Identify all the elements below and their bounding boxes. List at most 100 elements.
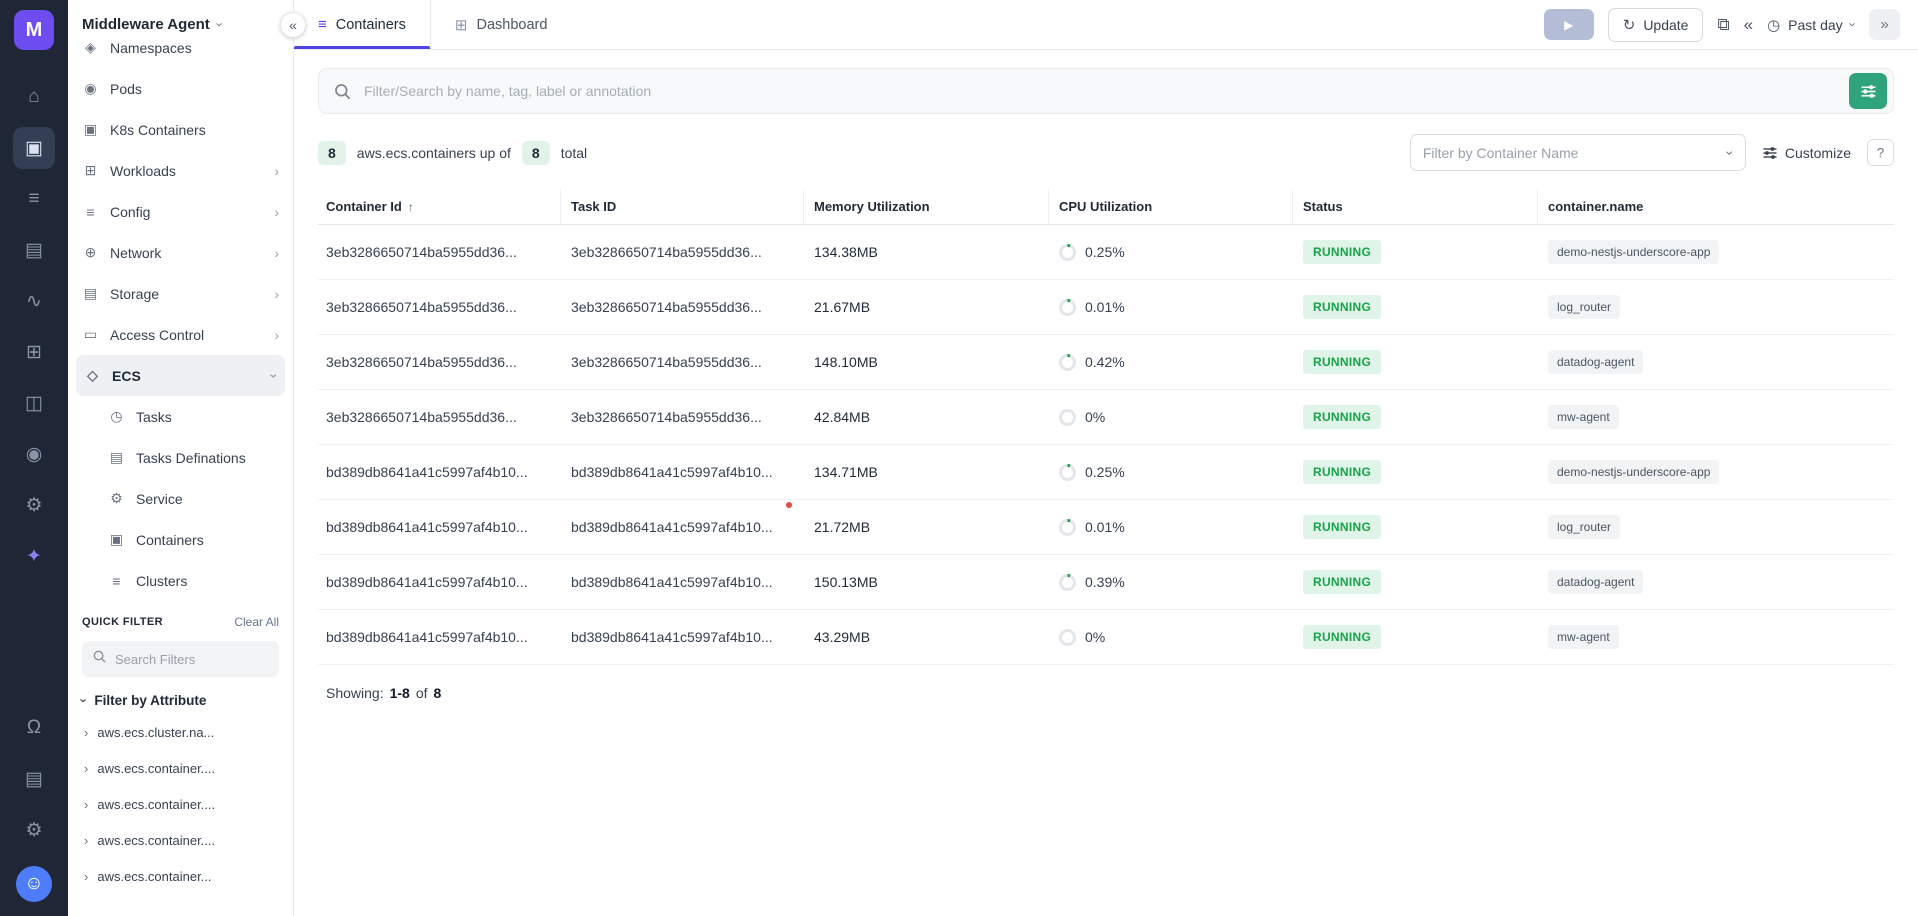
sidebar-item-tasks-definations[interactable]: ▤ Tasks Definations xyxy=(94,437,293,478)
tab-containers[interactable]: ≡ Containers xyxy=(294,0,431,49)
update-button[interactable]: ↻ Update xyxy=(1608,8,1704,42)
logs-icon[interactable]: ≡ xyxy=(13,178,55,220)
table-row[interactable]: 3eb3286650714ba5955dd36... 3eb3286650714… xyxy=(318,390,1894,445)
filter-search-input[interactable] xyxy=(115,652,269,667)
attribute-item[interactable]: › aws.ecs.container.... xyxy=(82,822,279,858)
column-task-id[interactable]: Task ID xyxy=(561,189,804,224)
sidebar-item-containers[interactable]: ▣ Containers xyxy=(94,519,293,560)
refresh-icon: ↻ xyxy=(1623,16,1636,34)
package-icon[interactable]: ▤ xyxy=(13,758,55,800)
attribute-list: › aws.ecs.cluster.na... › aws.ecs.contai… xyxy=(82,714,279,894)
chevron-right-icon: › xyxy=(274,163,279,179)
sidebar: « Middleware Agent › ◈ Namespaces ◉ Pods… xyxy=(68,0,294,916)
table-row[interactable]: bd389db8641a41c5997af4b10... bd389db8641… xyxy=(318,555,1894,610)
cpu-donut xyxy=(1059,354,1076,371)
status-badge: RUNNING xyxy=(1303,240,1381,264)
total-count-badge: 8 xyxy=(522,141,550,165)
count-badge: 8 xyxy=(318,141,346,165)
attribute-item[interactable]: › aws.ecs.cluster.na... xyxy=(82,714,279,750)
attribute-item[interactable]: › aws.ecs.container.... xyxy=(82,750,279,786)
chevron-down-icon: › xyxy=(1845,22,1860,26)
container-name-chip: mw-agent xyxy=(1548,625,1619,649)
sidebar-item-tasks[interactable]: ◷ Tasks xyxy=(94,396,293,437)
time-shift-back-button[interactable]: « xyxy=(1744,15,1753,35)
attribute-item[interactable]: › aws.ecs.container... xyxy=(82,858,279,894)
document-icon[interactable]: ▤ xyxy=(13,229,55,271)
cpu-donut xyxy=(1059,464,1076,481)
workloads-icon: ⊞ xyxy=(82,162,99,179)
ecs-icon: ◇ xyxy=(84,367,101,384)
column-container-id[interactable]: Container Id ↑ xyxy=(318,189,561,224)
sidebar-item-clusters[interactable]: ≡ Clusters xyxy=(94,560,293,601)
filter-search-box xyxy=(82,641,279,677)
ai-sparkle-icon[interactable]: ✦ xyxy=(13,535,55,577)
container-name-filter-select[interactable]: Filter by Container Name › xyxy=(1410,134,1746,171)
support-icon[interactable]: Ω xyxy=(13,707,55,749)
play-button[interactable]: ▶ xyxy=(1544,9,1594,40)
sidebar-item-config[interactable]: ≡ Config › xyxy=(68,191,293,232)
sidebar-item-ecs[interactable]: ◇ ECS › xyxy=(76,355,285,396)
monitor-icon[interactable]: ◉ xyxy=(13,433,55,475)
sidebar-item-workloads[interactable]: ⊞ Workloads › xyxy=(68,150,293,191)
add-filter-button[interactable] xyxy=(1849,73,1887,109)
table-row[interactable]: bd389db8641a41c5997af4b10... bd389db8641… xyxy=(318,445,1894,500)
cpu-donut xyxy=(1059,519,1076,536)
workspace-switcher[interactable]: Middleware Agent › xyxy=(68,0,293,43)
user-avatar[interactable]: ☺ xyxy=(16,866,52,902)
container-name-chip: log_router xyxy=(1548,295,1620,319)
preferences-icon[interactable]: ⚙ xyxy=(13,809,55,851)
total-label: total xyxy=(561,145,587,161)
time-shift-forward-button[interactable]: » xyxy=(1869,9,1900,40)
filter-by-attribute-toggle[interactable]: › Filter by Attribute xyxy=(82,693,279,708)
copy-button[interactable]: ⧉ xyxy=(1717,15,1729,35)
integrations-icon[interactable]: ◫ xyxy=(13,382,55,424)
table-row[interactable]: bd389db8641a41c5997af4b10... bd389db8641… xyxy=(318,500,1894,555)
traces-icon[interactable]: ∿ xyxy=(13,280,55,322)
clock-icon: ◷ xyxy=(1767,16,1780,34)
sidebar-item-namespaces[interactable]: ◈ Namespaces xyxy=(68,43,293,68)
time-range-selector[interactable]: ◷ Past day › xyxy=(1767,16,1855,34)
help-button[interactable]: ? xyxy=(1867,139,1894,166)
container-name-chip: datadog-agent xyxy=(1548,570,1643,594)
apps-icon[interactable]: ⊞ xyxy=(13,331,55,373)
home-icon[interactable]: ⌂ xyxy=(13,76,55,118)
sidebar-item-access-control[interactable]: ▭ Access Control › xyxy=(68,314,293,355)
table-row[interactable]: 3eb3286650714ba5955dd36... 3eb3286650714… xyxy=(318,225,1894,280)
sidebar-collapse-button[interactable]: « xyxy=(280,12,306,38)
task-definitions-icon: ▤ xyxy=(108,449,125,466)
table-row[interactable]: 3eb3286650714ba5955dd36... 3eb3286650714… xyxy=(318,280,1894,335)
sidebar-item-service[interactable]: ⚙ Service xyxy=(94,478,293,519)
sidebar-item-k8s-containers[interactable]: ▣ K8s Containers xyxy=(68,109,293,150)
chevron-right-icon: › xyxy=(274,245,279,261)
sidebar-item-network[interactable]: ⊕ Network › xyxy=(68,232,293,273)
containers-table: Container Id ↑ Task ID Memory Utilizatio… xyxy=(318,189,1894,721)
settings-icon[interactable]: ⚙ xyxy=(13,484,55,526)
chevron-right-icon: › xyxy=(274,327,279,343)
column-cpu[interactable]: CPU Utilization xyxy=(1049,189,1293,224)
alert-dot xyxy=(786,502,792,508)
pods-icon: ◉ xyxy=(82,80,99,97)
attribute-item[interactable]: › aws.ecs.container.... xyxy=(82,786,279,822)
ecs-submenu: ◷ Tasks ▤ Tasks Definations ⚙ Service ▣ … xyxy=(68,396,293,601)
network-icon: ⊕ xyxy=(82,244,99,261)
chevron-right-icon: › xyxy=(84,725,88,740)
containers-icon[interactable]: ▣ xyxy=(13,127,55,169)
column-memory[interactable]: Memory Utilization xyxy=(804,189,1049,224)
clear-all-link[interactable]: Clear All xyxy=(234,615,279,629)
chevron-down-icon: › xyxy=(267,373,283,378)
customize-button[interactable]: Customize xyxy=(1762,145,1851,161)
quick-filter-title: QUICK FILTER xyxy=(82,616,163,628)
column-container-name[interactable]: container.name xyxy=(1538,189,1894,224)
table-row[interactable]: 3eb3286650714ba5955dd36... 3eb3286650714… xyxy=(318,335,1894,390)
sidebar-item-pods[interactable]: ◉ Pods xyxy=(68,68,293,109)
main-search-input[interactable] xyxy=(364,83,1837,99)
quick-filter-section: QUICK FILTER Clear All › Filter by Attri… xyxy=(68,615,293,894)
sidebar-item-storage[interactable]: ▤ Storage › xyxy=(68,273,293,314)
table-row[interactable]: bd389db8641a41c5997af4b10... bd389db8641… xyxy=(318,610,1894,665)
middleware-logo[interactable]: M xyxy=(14,10,54,50)
table-header: Container Id ↑ Task ID Memory Utilizatio… xyxy=(318,189,1894,225)
column-status[interactable]: Status xyxy=(1293,189,1538,224)
sliders-icon xyxy=(1762,145,1778,161)
container-name-chip: log_router xyxy=(1548,515,1620,539)
tab-dashboard[interactable]: ⊞ Dashboard xyxy=(431,0,572,49)
